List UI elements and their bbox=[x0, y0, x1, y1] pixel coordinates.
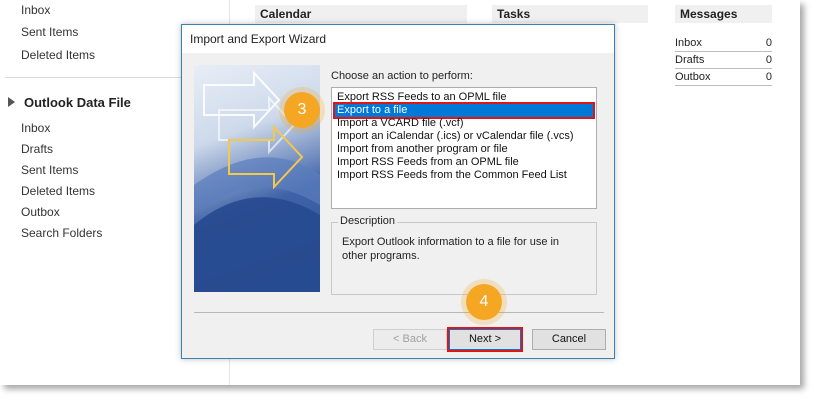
expand-caret-icon[interactable] bbox=[8, 97, 15, 107]
folder-drafts[interactable]: Drafts bbox=[21, 141, 53, 157]
description-label: Description bbox=[338, 215, 398, 227]
messages-row-label: Drafts bbox=[675, 54, 705, 66]
action-import-rss-common[interactable]: Import RSS Feeds from the Common Feed Li… bbox=[335, 169, 593, 182]
messages-row-count: 0 bbox=[765, 37, 772, 49]
folder-deleted-items[interactable]: Deleted Items bbox=[21, 183, 95, 199]
action-import-vcard[interactable]: Import a VCARD file (.vcf) bbox=[335, 117, 593, 130]
messages-header: Messages bbox=[675, 5, 772, 23]
description-text: Export Outlook information to a file for… bbox=[342, 236, 560, 262]
step-4-badge: 4 bbox=[466, 284, 502, 320]
messages-row-label: Outbox bbox=[675, 71, 711, 83]
messages-row-count: 0 bbox=[765, 54, 772, 66]
tasks-header: Tasks bbox=[492, 5, 648, 23]
choose-action-label: Choose an action to perform: bbox=[331, 70, 473, 82]
calendar-header: Calendar bbox=[255, 5, 467, 23]
dialog-title: Import and Export Wizard bbox=[190, 32, 327, 46]
action-import-icalendar[interactable]: Import an iCalendar (.ics) or vCalendar … bbox=[335, 130, 593, 143]
action-import-from-program[interactable]: Import from another program or file bbox=[335, 143, 593, 156]
messages-row-count: 0 bbox=[765, 71, 772, 83]
outlook-window: Inbox Sent Items Deleted Items Outlook D… bbox=[0, 0, 800, 385]
messages-row-label: Inbox bbox=[675, 37, 702, 49]
folder-deleted-items[interactable]: Deleted Items bbox=[21, 47, 95, 63]
cancel-button[interactable]: Cancel bbox=[532, 329, 606, 350]
folder-inbox[interactable]: Inbox bbox=[21, 2, 50, 18]
messages-row: Inbox 0 bbox=[675, 35, 772, 52]
action-listbox[interactable]: Export RSS Feeds to an OPML file Export … bbox=[331, 87, 597, 209]
action-export-rss-opml[interactable]: Export RSS Feeds to an OPML file bbox=[335, 91, 593, 104]
import-export-dialog: Import and Export Wizard Choose an actio… bbox=[181, 24, 615, 359]
messages-row: Drafts 0 bbox=[675, 52, 772, 69]
folder-inbox[interactable]: Inbox bbox=[21, 120, 50, 136]
description-group: Description Export Outlook information t… bbox=[331, 215, 597, 295]
folder-sent-items[interactable]: Sent Items bbox=[21, 24, 78, 40]
back-button[interactable]: < Back bbox=[373, 329, 447, 350]
data-file-title: Outlook Data File bbox=[24, 94, 131, 110]
action-import-rss-opml[interactable]: Import RSS Feeds from an OPML file bbox=[335, 156, 593, 169]
dialog-titlebar[interactable]: Import and Export Wizard bbox=[182, 25, 614, 53]
dialog-separator bbox=[194, 312, 604, 313]
action-export-to-file[interactable]: Export to a file bbox=[333, 102, 595, 119]
messages-table: Inbox 0 Drafts 0 Outbox 0 bbox=[675, 35, 772, 86]
folder-search-folders[interactable]: Search Folders bbox=[21, 225, 102, 241]
folder-outbox[interactable]: Outbox bbox=[21, 204, 60, 220]
messages-row: Outbox 0 bbox=[675, 69, 772, 86]
step-3-badge: 3 bbox=[284, 92, 320, 128]
folder-sent-items[interactable]: Sent Items bbox=[21, 162, 78, 178]
next-button[interactable]: Next > bbox=[447, 327, 523, 352]
